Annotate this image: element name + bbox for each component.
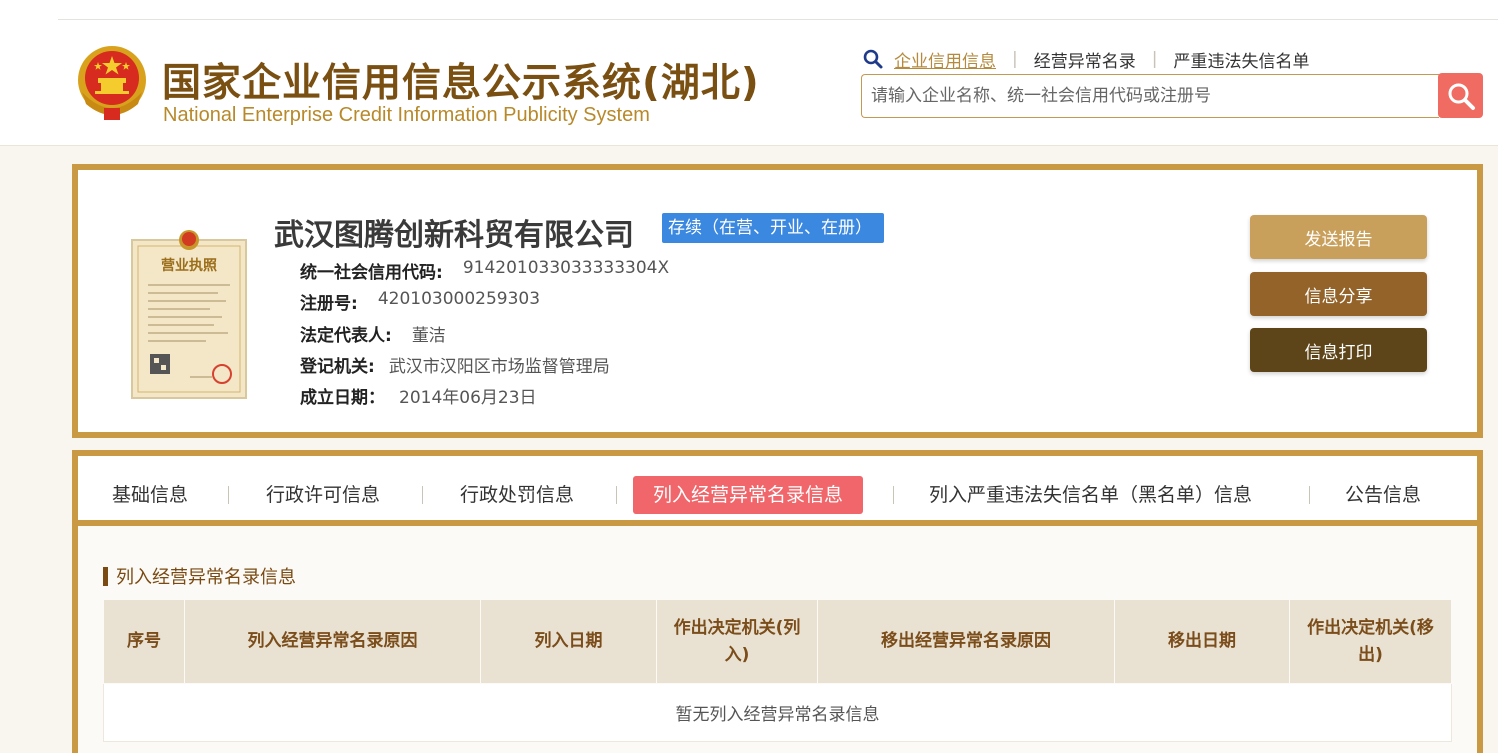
info-label: 统一社会信用代码: <box>300 263 443 283</box>
national-emblem-icon <box>78 46 146 120</box>
info-value: 914201033033333304X <box>462 258 670 278</box>
header-divider <box>58 19 1498 20</box>
share-info-button[interactable]: 信息分享 <box>1250 272 1427 316</box>
table-header-row: 序号 列入经营异常名录原因 列入日期 作出决定机关(列入) 移出经营异常名录原因… <box>103 599 1452 684</box>
info-label: 法定代表人: <box>300 326 392 346</box>
nav-link-abnormal-list[interactable]: 经营异常名录 <box>1034 47 1136 72</box>
info-value: 420103000259303 <box>377 289 541 309</box>
site-subtitle: National Enterprise Credit Information P… <box>163 104 650 126</box>
search-button[interactable] <box>1438 73 1483 118</box>
section-title: 列入经营异常名录信息 <box>103 563 296 589</box>
tab-separator <box>422 486 423 504</box>
nav-separator: | <box>1151 49 1158 69</box>
column-header: 列入日期 <box>480 599 657 684</box>
top-nav-links: 企业信用信息 | 经营异常名录 | 严重违法失信名单 <box>862 46 1309 72</box>
tab-separator <box>616 486 617 504</box>
info-row-reg-authority: 登记机关: 武汉市汉阳区市场监督管理局 <box>300 352 610 377</box>
column-header: 序号 <box>103 599 185 684</box>
tab-admin-license[interactable]: 行政许可信息 <box>266 476 380 514</box>
tab-separator <box>228 486 229 504</box>
company-name: 武汉图腾创新科贸有限公司 <box>274 218 634 253</box>
info-row-reg-no: 注册号: 420103000259303 <box>300 289 540 314</box>
column-header: 作出决定机关(移出) <box>1289 599 1452 684</box>
site-header: 国家企业信用信息公示系统(湖北) National Enterprise Cre… <box>0 0 1498 146</box>
search-input[interactable] <box>862 75 1439 117</box>
info-row-founded-date: 成立日期： 2014年06月23日 <box>300 383 537 408</box>
section-marker <box>103 566 108 586</box>
empty-message: 暂无列入经营异常名录信息 <box>103 683 1452 742</box>
status-badge: 存续（在营、开业、在册） <box>662 213 884 243</box>
nav-link-blacklist[interactable]: 严重违法失信名单 <box>1173 47 1309 72</box>
tab-bar: 基础信息 行政许可信息 行政处罚信息 列入经营异常名录信息 列入严重违法失信名单… <box>78 456 1477 526</box>
abnormal-list-table: 序号 列入经营异常名录原因 列入日期 作出决定机关(列入) 移出经营异常名录原因… <box>103 599 1452 742</box>
print-info-button[interactable]: 信息打印 <box>1250 328 1427 372</box>
info-label: 登记机关: <box>300 357 375 377</box>
company-summary-card: 营业执照 武汉图腾创新科贸有限公司 存续（在营、开业、在册） 统一社会信用代码:… <box>72 164 1483 438</box>
column-header: 移出经营异常名录原因 <box>817 599 1115 684</box>
tab-announcements[interactable]: 公告信息 <box>1345 476 1421 514</box>
search-box <box>861 74 1439 118</box>
tab-blacklist[interactable]: 列入严重违法失信名单（黑名单）信息 <box>929 476 1252 514</box>
section-title-text: 列入经营异常名录信息 <box>116 567 296 588</box>
tab-abnormal-list[interactable]: 列入经营异常名录信息 <box>633 476 864 514</box>
info-value: 武汉市汉阳区市场监督管理局 <box>388 357 610 377</box>
detail-panel: 基础信息 行政许可信息 行政处罚信息 列入经营异常名录信息 列入严重违法失信名单… <box>72 450 1483 753</box>
info-value: 2014年06月23日 <box>399 388 537 408</box>
column-header: 作出决定机关(列入) <box>656 599 818 684</box>
license-title: 营业执照 <box>161 257 217 274</box>
tab-separator <box>1309 486 1310 504</box>
send-report-button[interactable]: 发送报告 <box>1250 215 1427 259</box>
table-row: 暂无列入经营异常名录信息 <box>103 683 1452 742</box>
magnifier-icon <box>863 49 883 69</box>
nav-separator: | <box>1012 49 1018 69</box>
tab-separator <box>893 486 894 504</box>
tab-basic-info[interactable]: 基础信息 <box>112 476 188 514</box>
info-row-credit-code: 统一社会信用代码: 914201033033333304X <box>300 258 669 283</box>
column-header: 列入经营异常名录原因 <box>184 599 481 684</box>
search-icon <box>1448 83 1475 110</box>
info-label: 成立日期： <box>300 388 385 408</box>
nav-link-credit-info[interactable]: 企业信用信息 <box>894 47 996 72</box>
business-license-image: 营业执照 <box>131 230 247 399</box>
site-title: 国家企业信用信息公示系统(湖北) <box>162 61 760 106</box>
info-row-legal-rep: 法定代表人: 董洁 <box>300 321 446 346</box>
column-header: 移出日期 <box>1114 599 1290 684</box>
info-label: 注册号: <box>300 294 358 314</box>
tab-admin-penalty[interactable]: 行政处罚信息 <box>460 476 574 514</box>
info-value: 董洁 <box>411 326 446 346</box>
